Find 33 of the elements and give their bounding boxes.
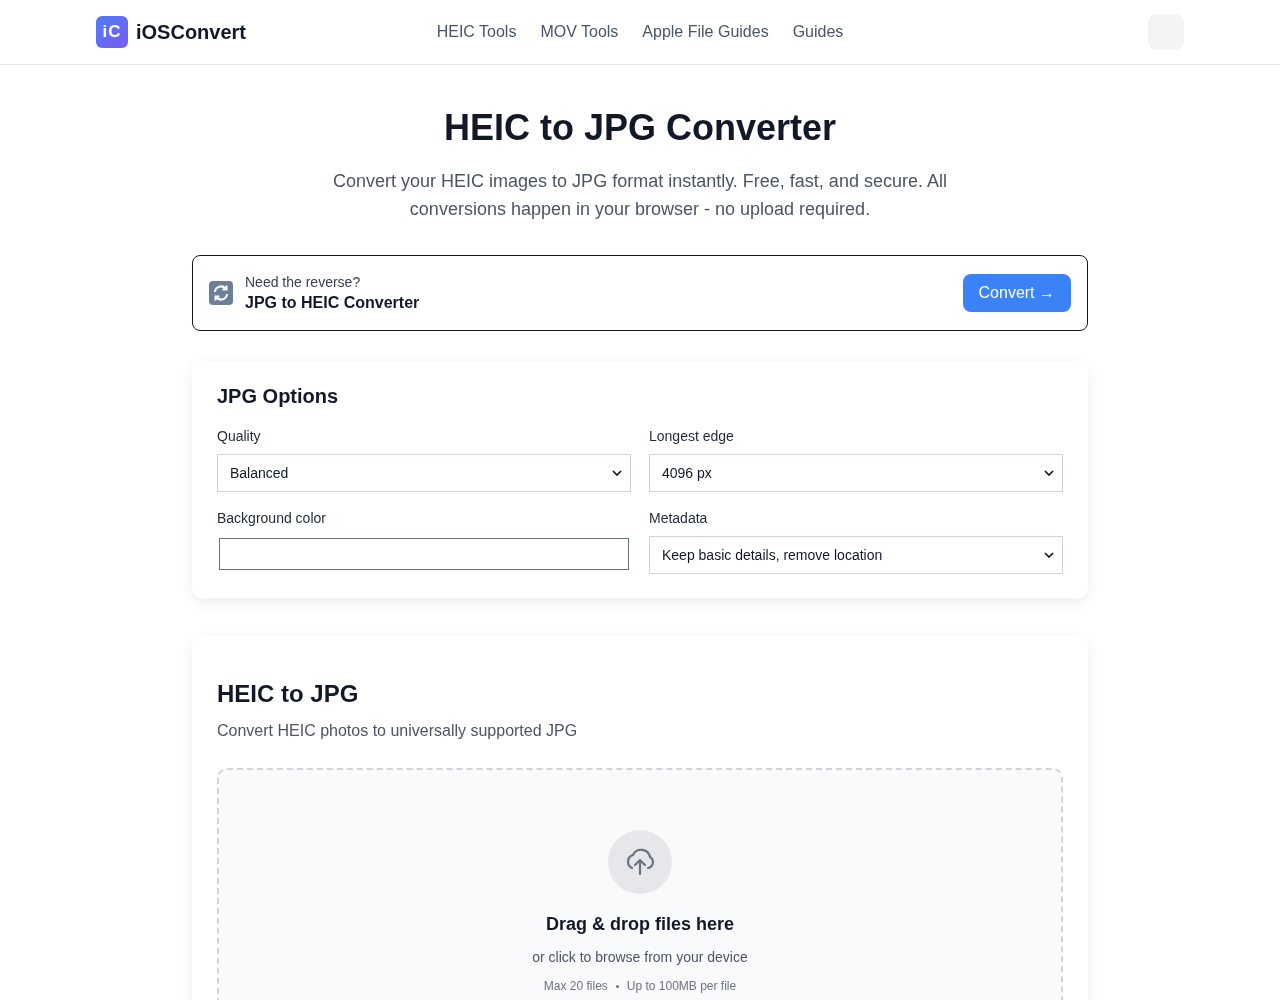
logo-icon: iC <box>96 16 128 48</box>
page-subtitle: Convert your HEIC images to JPG format instantly. Free, fast, and secure. All conversions happen in your browser - no upload required. <box>332 170 948 221</box>
dropzone-title: Drag & drop files here <box>545 914 734 935</box>
select-field[interactable]: Balanced <box>217 454 631 492</box>
convert-button[interactable]: Convert → <box>962 274 1071 312</box>
nav-link[interactable]: HEIC Tools <box>436 23 517 41</box>
field-label: Background color <box>217 510 327 526</box>
select-field[interactable]: Keep basic details, remove location <box>649 536 1063 574</box>
field-label: Metadata <box>649 510 709 526</box>
page-title: HEIC to JPG Converter <box>442 107 838 149</box>
reverse-converter-link[interactable]: JPG to HEIC Converter <box>245 294 951 312</box>
chevron-down-icon <box>612 470 622 476</box>
color-input-field[interactable] <box>219 538 629 570</box>
upload-limit: Max 20 files <box>543 979 608 993</box>
field-label: Quality <box>217 428 262 444</box>
nav-link[interactable]: Apple File Guides <box>642 23 769 41</box>
reverse-hint: Need the reverse? <box>245 274 362 290</box>
select-field[interactable]: 4096 px <box>649 454 1063 492</box>
file-dropzone[interactable]: Drag & drop files here or click to browse from your device Max 20 files Up to 100MB per file <box>217 768 1063 1000</box>
converter-subtitle: Convert HEIC photos to universally supported JPG <box>217 722 579 740</box>
nav-link[interactable]: Guides <box>792 23 844 41</box>
options-title: JPG Options <box>217 385 340 408</box>
chevron-down-icon <box>1044 552 1054 558</box>
brand-name[interactable]: iOSConvert <box>136 20 247 44</box>
separator-dot <box>615 984 619 988</box>
upload-limit: Up to 100MB per file <box>626 979 737 993</box>
field-label: Longest edge <box>649 428 735 444</box>
dropzone-hint: or click to browse from your device <box>532 949 748 965</box>
converter-title: HEIC to JPG <box>217 680 360 708</box>
cloud-upload-icon <box>608 830 672 894</box>
chevron-down-icon <box>1044 470 1054 476</box>
nav-link[interactable]: MOV Tools <box>540 23 619 41</box>
refresh-icon <box>209 281 233 305</box>
